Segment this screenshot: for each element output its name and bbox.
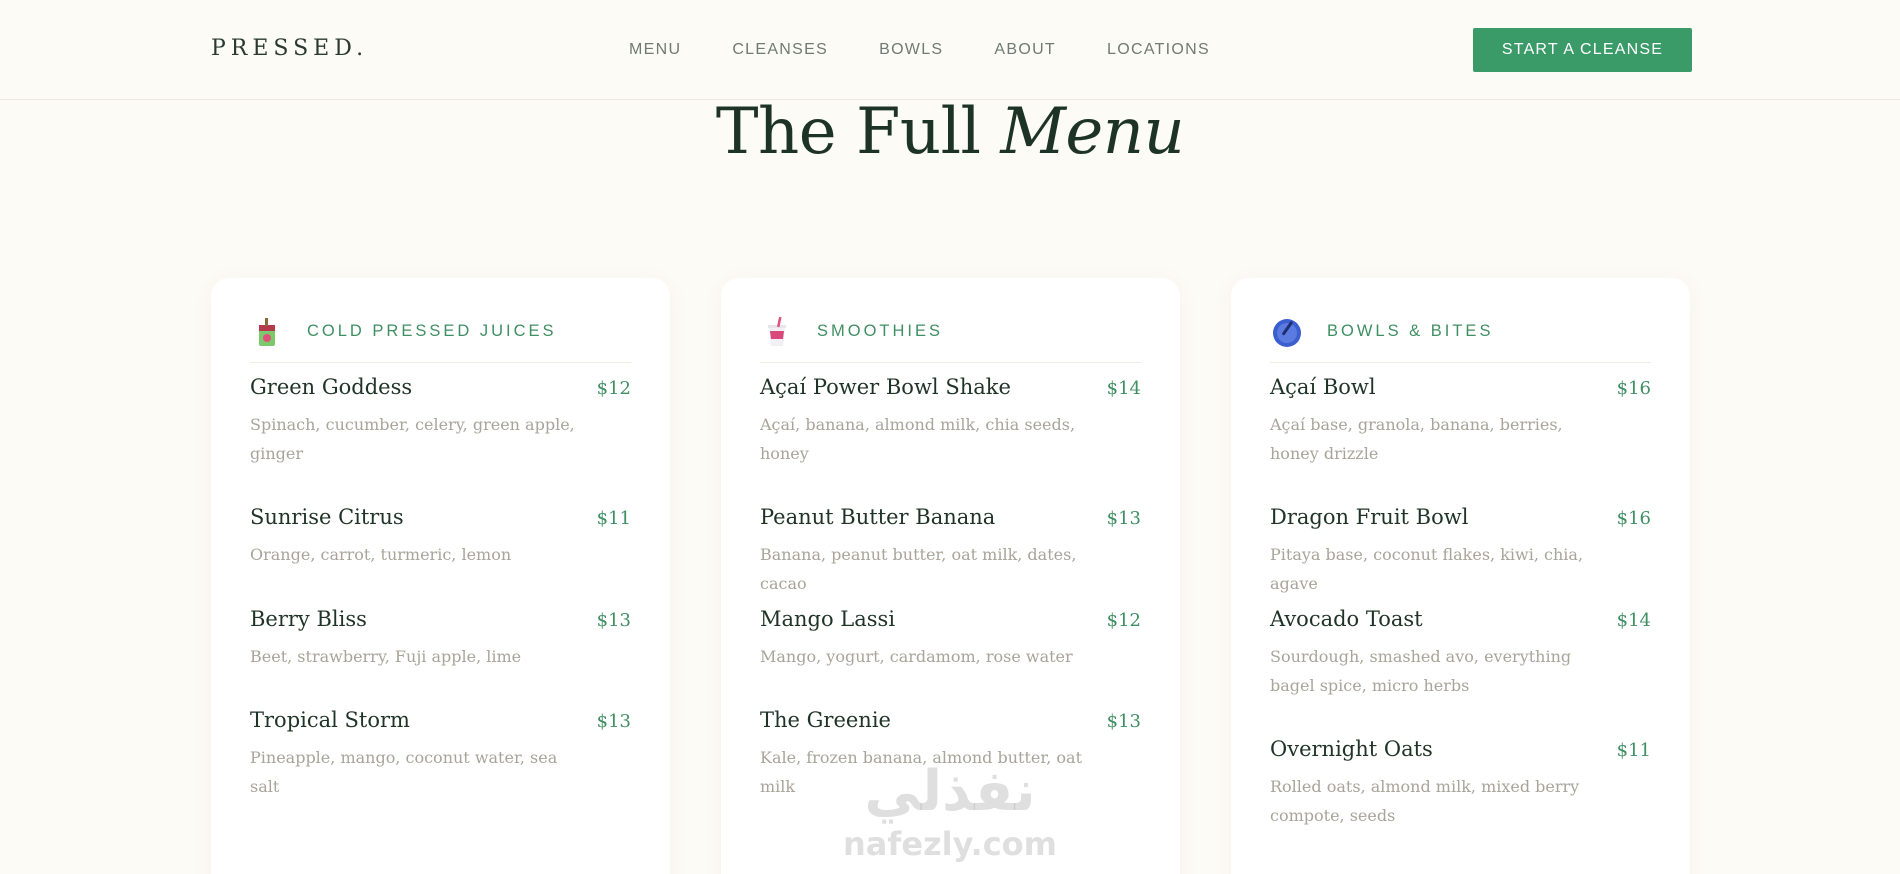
item-description: Spinach, cucumber, celery, green apple, … bbox=[250, 415, 575, 463]
nav-link-bowls[interactable]: BOWLS bbox=[879, 41, 943, 59]
item-name: Avocado Toast bbox=[1270, 607, 1423, 631]
item-price: $16 bbox=[1616, 378, 1651, 399]
card-header: COLD PRESSED JUICES bbox=[250, 318, 631, 363]
category-label: COLD PRESSED JUICES bbox=[307, 322, 557, 340]
item-name: Peanut Butter Banana bbox=[760, 505, 996, 529]
item-description: Pineapple, mango, coconut water, sea sal… bbox=[250, 748, 558, 796]
bowl-spoon-icon bbox=[1273, 319, 1301, 347]
item-price: $11 bbox=[596, 508, 631, 529]
item-price: $13 bbox=[596, 711, 631, 732]
item-description: Sourdough, smashed avo, everything bagel… bbox=[1270, 647, 1572, 695]
page-title: The Full Menu bbox=[0, 95, 1900, 169]
nav-link-menu[interactable]: MENU bbox=[629, 41, 681, 59]
item-name: Green Goddess bbox=[250, 375, 413, 399]
smoothie-cup-icon bbox=[768, 316, 786, 346]
item-name: Açaí Bowl bbox=[1270, 375, 1376, 399]
item-price: $13 bbox=[596, 610, 631, 631]
category-label: BOWLS & BITES bbox=[1327, 322, 1494, 340]
item-name: The Greenie bbox=[760, 708, 891, 732]
nav-link-cleanses[interactable]: CLEANSES bbox=[732, 41, 828, 59]
page-title-plain: The Full bbox=[715, 95, 981, 169]
item-name: Sunrise Citrus bbox=[250, 505, 404, 529]
nav-link-locations[interactable]: LOCATIONS bbox=[1107, 41, 1210, 59]
item-description: Pitaya base, coconut flakes, kiwi, chia,… bbox=[1270, 545, 1584, 593]
item-price: $14 bbox=[1616, 610, 1651, 631]
main-nav: MENU CLEANSES BOWLS ABOUT LOCATIONS bbox=[629, 41, 1210, 59]
item-price: $11 bbox=[1616, 740, 1651, 761]
item-description: Kale, frozen banana, almond butter, oat … bbox=[760, 748, 1083, 796]
category-label: SMOOTHIES bbox=[817, 322, 944, 340]
item-price: $13 bbox=[1106, 711, 1141, 732]
item-description: Açaí base, granola, banana, berries, hon… bbox=[1270, 415, 1563, 463]
item-price: $13 bbox=[1106, 508, 1141, 529]
item-description: Açaí, banana, almond milk, chia seeds, h… bbox=[760, 415, 1076, 463]
menu-card-bowls: BOWLS & BITES Açaí Bowl $16 Açaí base, g… bbox=[1231, 278, 1690, 874]
site-header: PRESSED. MENU CLEANSES BOWLS ABOUT LOCAT… bbox=[0, 0, 1900, 100]
item-name: Overnight Oats bbox=[1270, 737, 1433, 761]
menu-card-smoothies: SMOOTHIES Açaí Power Bowl Shake $14 Açaí… bbox=[721, 278, 1180, 874]
item-name: Mango Lassi bbox=[760, 607, 896, 631]
brand-logo[interactable]: PRESSED. bbox=[211, 36, 368, 61]
card-header: SMOOTHIES bbox=[760, 316, 1141, 363]
item-name: Berry Bliss bbox=[250, 607, 367, 631]
item-description: Rolled oats, almond milk, mixed berry co… bbox=[1270, 777, 1580, 825]
card-header: BOWLS & BITES bbox=[1270, 318, 1651, 363]
item-price: $16 bbox=[1616, 508, 1651, 529]
item-name: Dragon Fruit Bowl bbox=[1270, 505, 1469, 529]
item-description: Beet, strawberry, Fuji apple, lime bbox=[250, 647, 522, 666]
item-description: Mango, yogurt, cardamom, rose water bbox=[760, 647, 1073, 666]
item-description: Banana, peanut butter, oat milk, dates, … bbox=[760, 545, 1077, 593]
item-name: Tropical Storm bbox=[250, 708, 410, 732]
start-cleanse-button[interactable]: START A CLEANSE bbox=[1473, 28, 1692, 72]
item-description: Orange, carrot, turmeric, lemon bbox=[250, 545, 512, 564]
item-price: $12 bbox=[596, 378, 631, 399]
juice-box-icon bbox=[259, 318, 275, 346]
item-price: $12 bbox=[1106, 610, 1141, 631]
item-price: $14 bbox=[1106, 378, 1141, 399]
menu-card-juices: COLD PRESSED JUICES Green Goddess $12 Sp… bbox=[211, 278, 670, 874]
page-title-italic: Menu bbox=[1000, 95, 1185, 169]
nav-link-about[interactable]: ABOUT bbox=[994, 41, 1056, 59]
item-name: Açaí Power Bowl Shake bbox=[760, 375, 1011, 399]
